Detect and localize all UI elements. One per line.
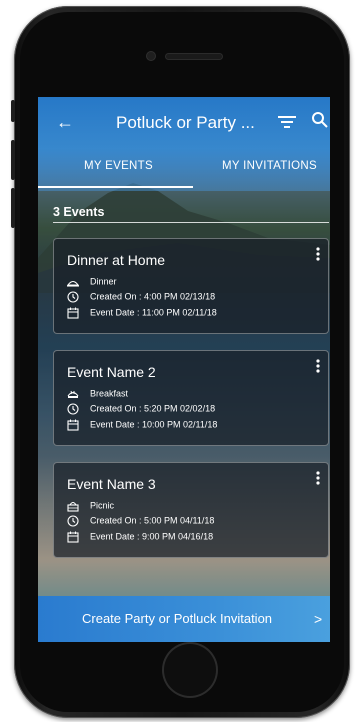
divider [53,222,329,223]
event-date-row: Event Date : 10:00 PM 02/11/18 [67,417,217,431]
event-card[interactable]: Event Name 3 Picnic Created On : 5:00 PM… [53,462,329,558]
more-vertical-icon[interactable] [316,247,320,261]
volume-up-button [11,140,15,180]
arrow-left-icon[interactable]: ← [56,111,74,133]
tab-my-invitations[interactable]: MY INVITATIONS [222,159,317,173]
page-title: Potluck or Party ... [116,113,255,132]
clock-icon [67,515,79,527]
dinner-tray-icon [67,280,79,287]
event-type-row: Picnic [67,498,114,512]
event-type-row: Dinner [67,274,117,288]
app-header: ← Potluck or Party ... MY EVENTS MY INVI… [38,97,330,191]
more-vertical-icon[interactable] [316,471,320,485]
breakfast-icon [67,390,79,398]
tab-my-events[interactable]: MY EVENTS [84,159,153,173]
event-card[interactable]: Dinner at Home Dinner Created On : 4:00 … [53,238,329,334]
earpiece-speaker [166,54,222,59]
event-date: Event Date : 10:00 PM 02/11/18 [90,419,218,430]
created-on: Created On : 5:20 PM 02/02/18 [90,403,216,414]
mute-switch [11,100,15,122]
event-type: Breakfast [90,388,129,399]
create-invitation-button[interactable]: Create Party or Potluck Invitation > [38,596,330,642]
created-on: Created On : 4:00 PM 02/13/18 [90,291,216,302]
chevron-right-icon: > [314,611,323,627]
event-title: Event Name 2 [67,364,156,380]
volume-down-button [11,188,15,228]
picnic-basket-icon [67,501,79,512]
created-row: Created On : 4:00 PM 02/13/18 [67,289,215,303]
created-row: Created On : 5:20 PM 02/02/18 [67,401,215,415]
events-count: 3 Events [53,205,105,219]
event-date-row: Event Date : 11:00 PM 02/11/18 [67,305,217,319]
clock-icon [67,403,79,415]
front-camera [147,52,155,60]
home-button[interactable] [164,644,216,696]
event-title: Event Name 3 [67,476,156,492]
create-invitation-label: Create Party or Potluck Invitation [82,611,273,626]
created-row: Created On : 5:00 PM 04/11/18 [67,513,214,527]
clock-icon [67,291,79,303]
active-tab-indicator [38,186,193,188]
created-on: Created On : 5:00 PM 04/11/18 [90,515,215,526]
app-screen: ← Potluck or Party ... MY EVENTS MY INVI… [38,97,330,642]
event-date: Event Date : 9:00 PM 04/16/18 [90,531,214,542]
event-card[interactable]: Event Name 2 Breakfast Created On : 5:20… [53,350,329,446]
calendar-icon [67,531,79,543]
calendar-icon [67,419,79,431]
event-date: Event Date : 11:00 PM 02/11/18 [90,307,217,318]
event-title: Dinner at Home [67,252,166,268]
event-type-row: Breakfast [67,386,128,400]
event-date-row: Event Date : 9:00 PM 04/16/18 [67,529,213,543]
event-type: Picnic [90,500,115,511]
more-vertical-icon[interactable] [316,359,320,373]
search-icon[interactable] [311,111,329,129]
filter-icon[interactable] [277,113,297,131]
calendar-icon [67,307,79,319]
event-type: Dinner [90,276,117,287]
